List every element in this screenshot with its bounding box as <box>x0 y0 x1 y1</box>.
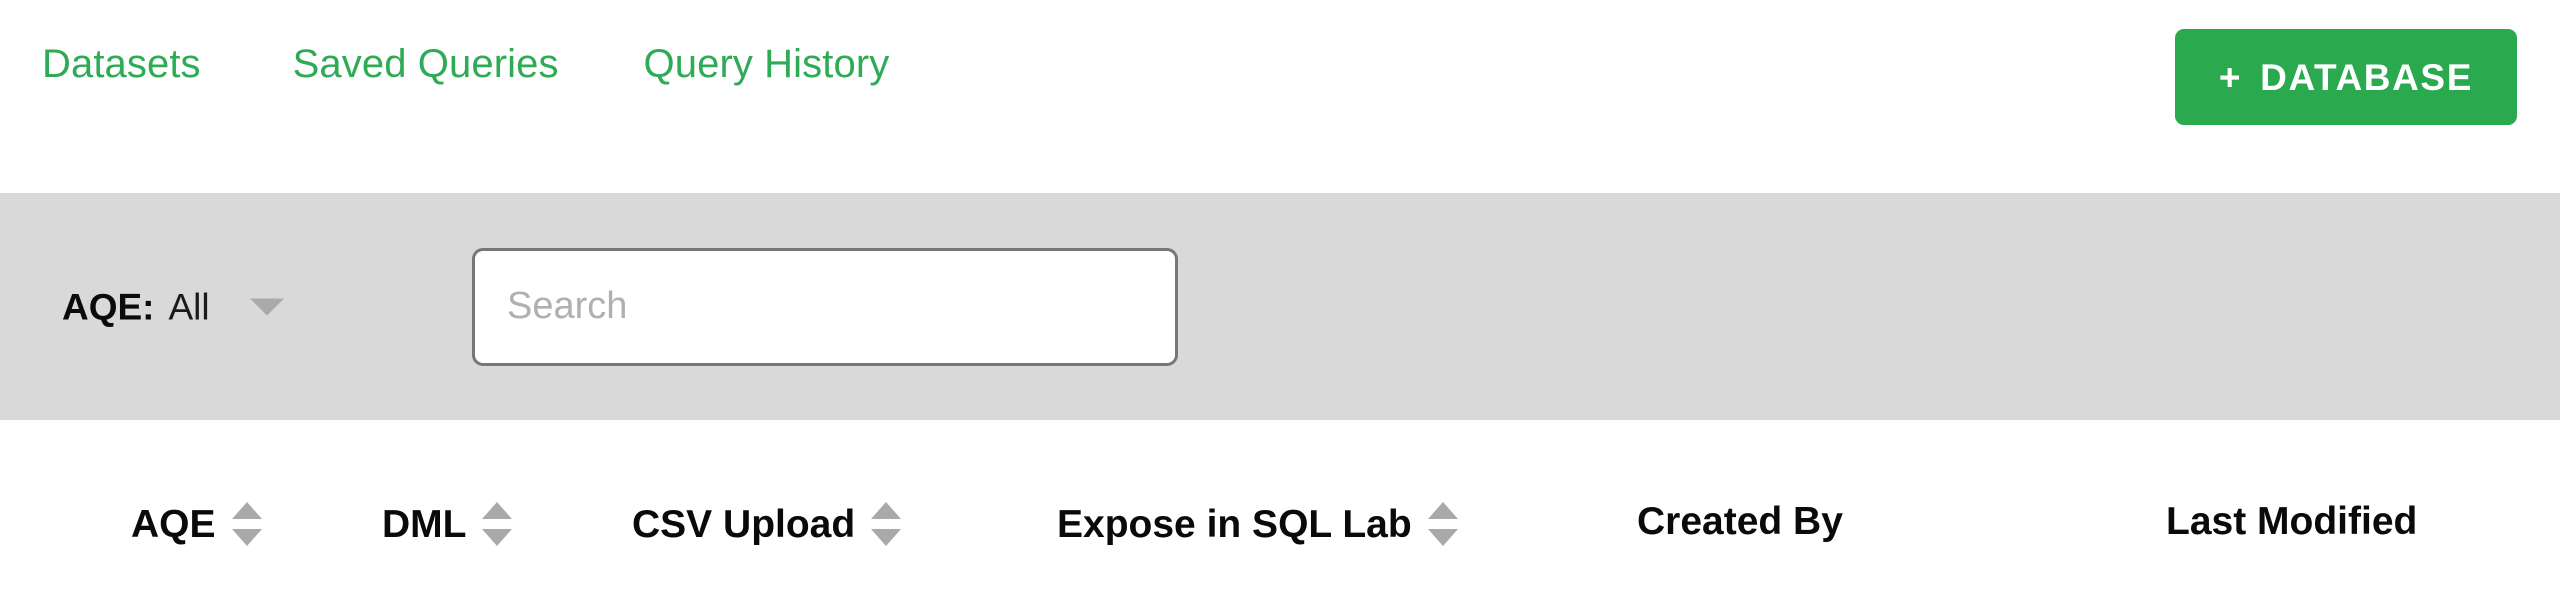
sort-descending-icon <box>871 529 902 546</box>
nav-tab-datasets[interactable]: Datasets <box>42 44 201 84</box>
sort-arrows-icon[interactable] <box>1427 502 1458 546</box>
sort-arrows-icon[interactable] <box>482 502 513 546</box>
chevron-down-icon[interactable] <box>249 298 284 315</box>
column-header-created-by-label: Created By <box>1637 500 1843 543</box>
column-header-dml[interactable]: DML <box>382 502 513 546</box>
nav-tab-query-history[interactable]: Query History <box>644 44 890 84</box>
aqe-filter-value: All <box>168 286 210 327</box>
sort-ascending-icon <box>871 502 902 519</box>
aqe-filter-dropdown[interactable]: AQE: All <box>62 288 284 325</box>
sort-descending-icon <box>482 529 513 546</box>
column-header-aqe-label: AQE <box>131 502 216 546</box>
column-header-created-by[interactable]: Created By <box>1637 502 1843 541</box>
plus-icon: + <box>2218 56 2243 98</box>
nav-tab-saved-queries[interactable]: Saved Queries <box>293 44 559 84</box>
sort-ascending-icon <box>231 502 262 519</box>
sort-arrows-icon[interactable] <box>231 502 262 546</box>
add-database-button-label: DATABASE <box>2260 56 2473 98</box>
column-header-csv-upload[interactable]: CSV Upload <box>632 502 902 546</box>
sort-ascending-icon <box>1427 502 1458 519</box>
nav-tab-list: Datasets Saved Queries Query History <box>42 44 889 84</box>
sort-descending-icon <box>1427 529 1458 546</box>
column-header-aqe[interactable]: AQE <box>131 502 262 546</box>
sort-arrows-icon[interactable] <box>871 502 902 546</box>
search-input[interactable] <box>472 247 1178 366</box>
add-database-button[interactable]: + DATABASE <box>2174 29 2517 125</box>
column-header-expose-in-sql-lab[interactable]: Expose in SQL Lab <box>1057 502 1458 546</box>
column-header-last-modified-label: Last Modified <box>2166 500 2418 543</box>
search-field-wrapper <box>472 247 1178 366</box>
filter-bar: AQE: All <box>0 193 2560 420</box>
top-navigation-bar: Datasets Saved Queries Query History + D… <box>0 0 2560 193</box>
page-root: Datasets Saved Queries Query History + D… <box>0 0 2560 599</box>
column-header-expose-in-sql-lab-label: Expose in SQL Lab <box>1057 502 1412 546</box>
column-header-dml-label: DML <box>382 502 467 546</box>
aqe-filter-label: AQE: <box>62 286 155 327</box>
column-header-last-modified[interactable]: Last Modified <box>2166 502 2417 541</box>
column-header-csv-upload-label: CSV Upload <box>632 502 856 546</box>
sort-ascending-icon <box>482 502 513 519</box>
table-header-row: AQE DML CSV Upload Expose in SQL Lab Cre… <box>0 420 2560 599</box>
sort-descending-icon <box>231 529 262 546</box>
